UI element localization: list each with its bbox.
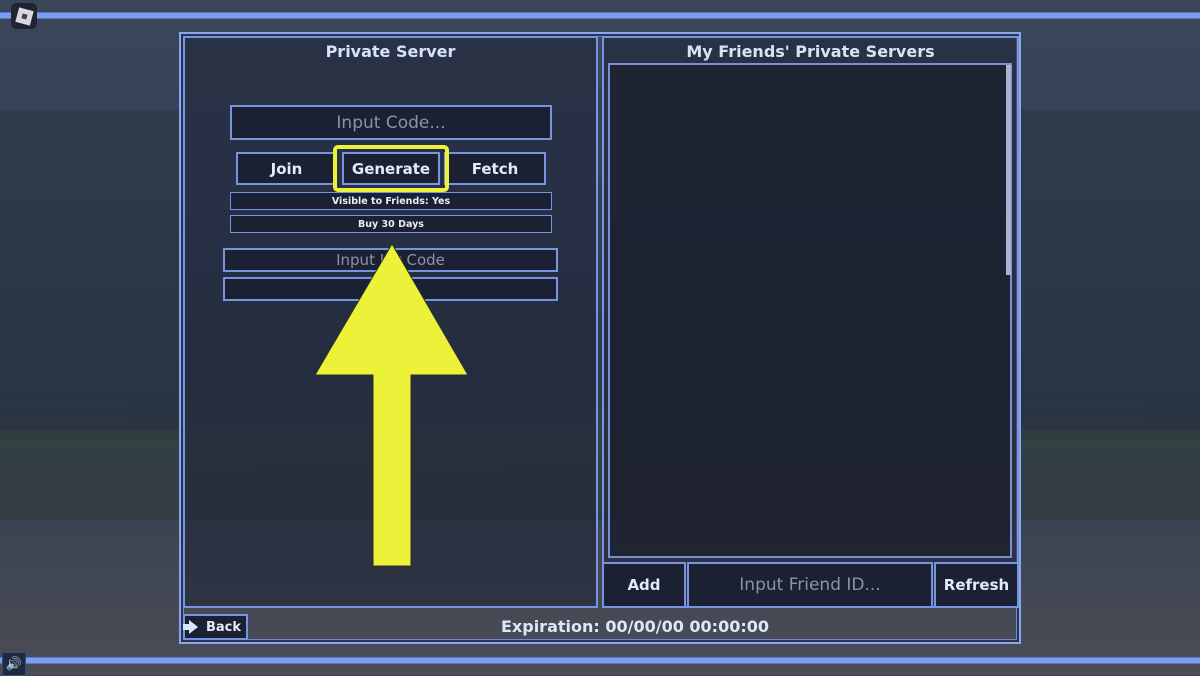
bottom-border-bar [0,657,1200,664]
arrow-up-icon [314,243,469,567]
speaker-icon: 🔊 [5,656,23,672]
volume-button[interactable]: 🔊 [2,652,26,676]
annotation-arrow-shape [314,243,469,567]
